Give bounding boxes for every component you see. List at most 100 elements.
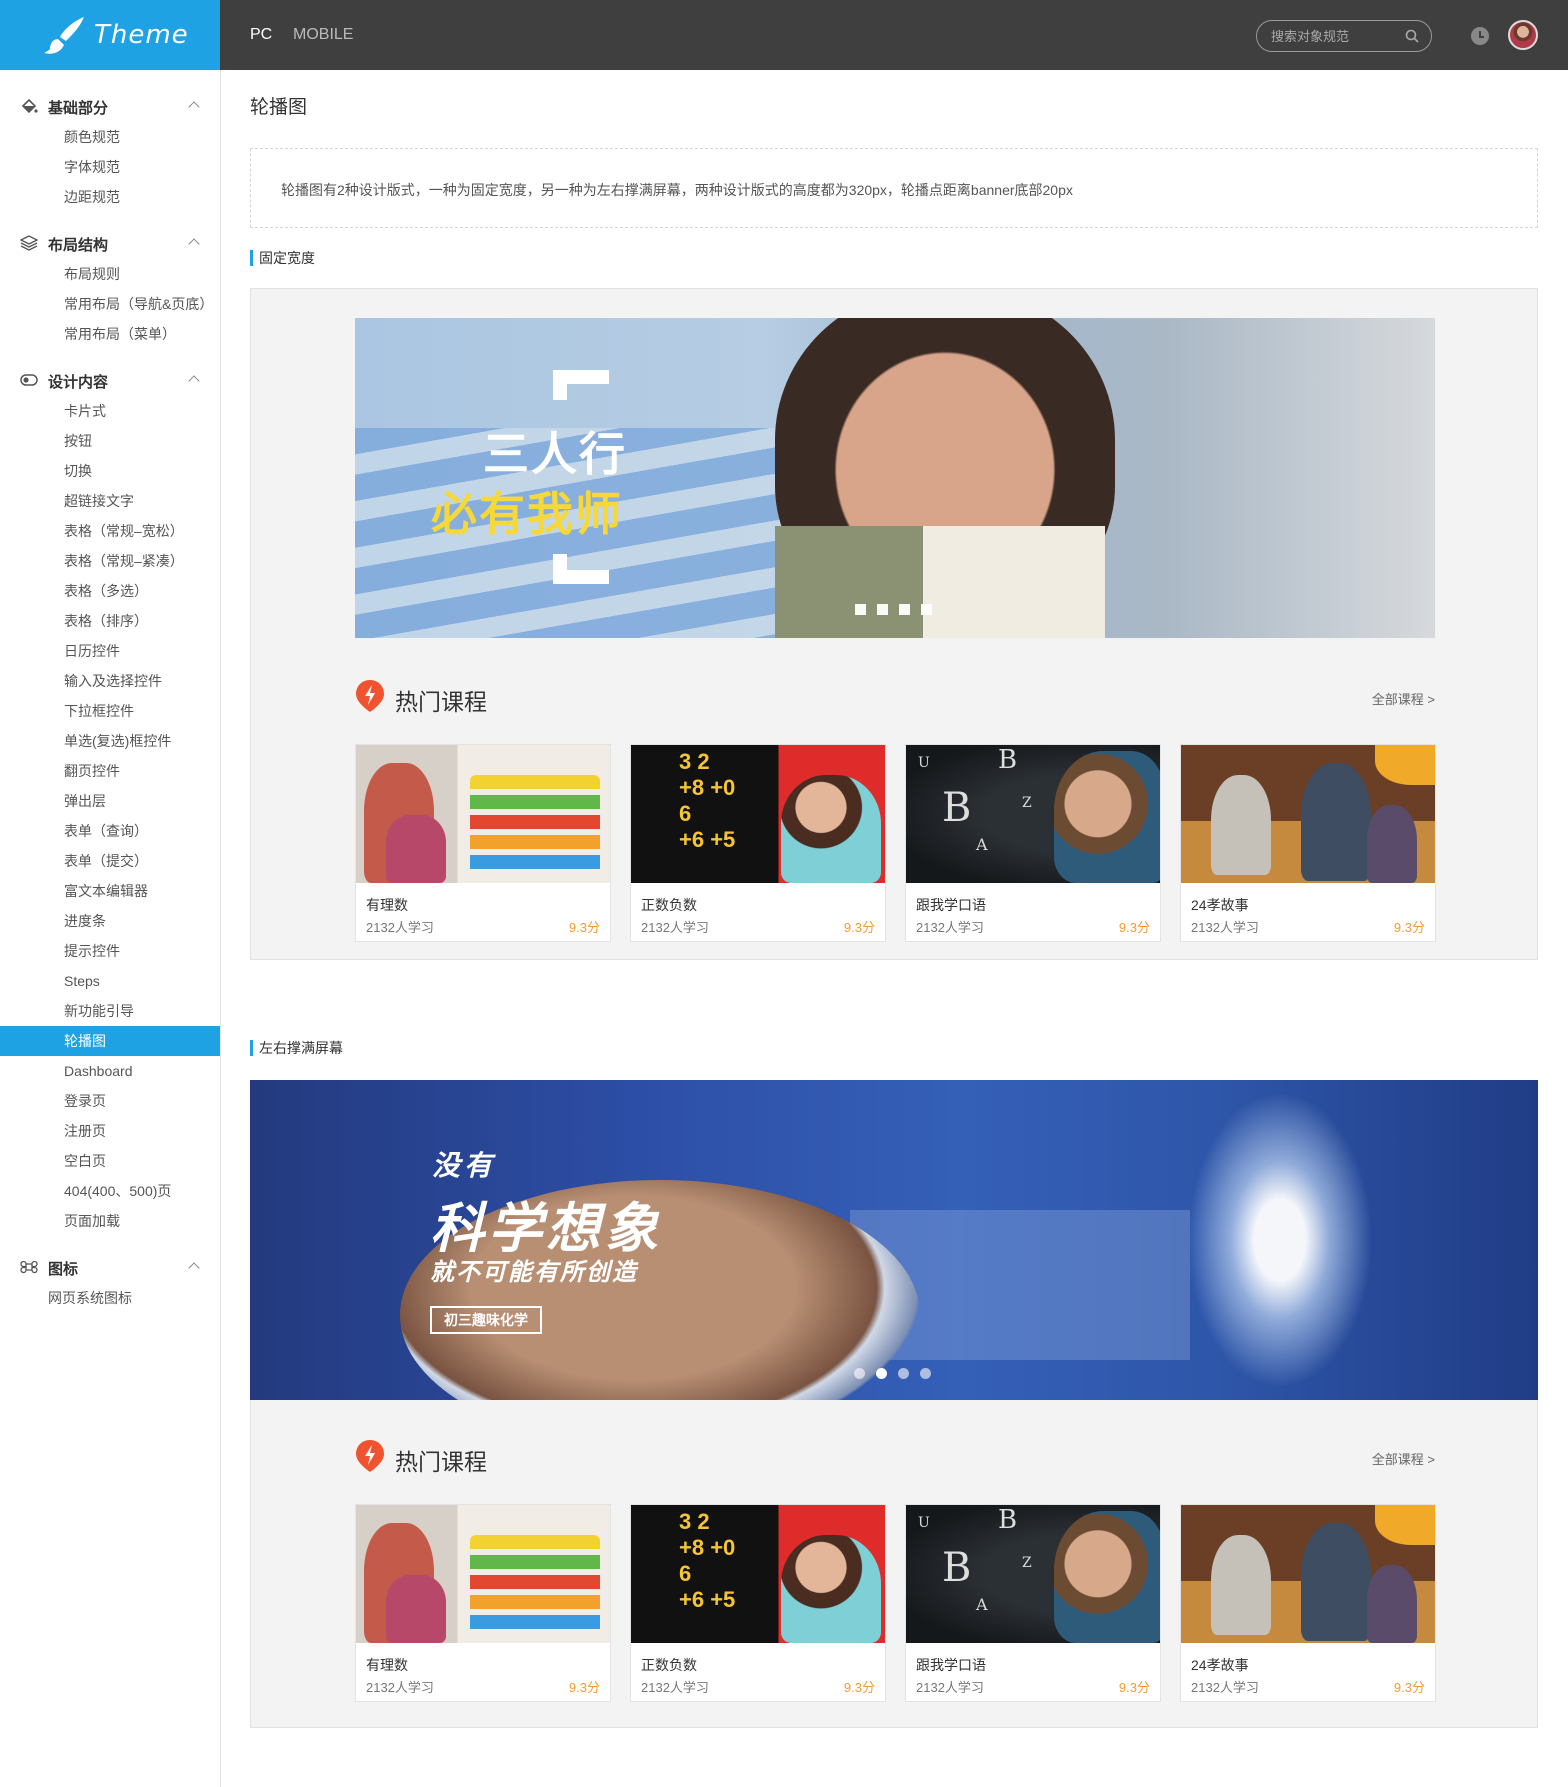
chevron-up-icon [188, 238, 200, 250]
carousel-dot-active[interactable] [876, 1368, 887, 1379]
course-score: 9.3分 [568, 920, 600, 935]
sidebar-item-links[interactable]: 超链接文字 [0, 486, 220, 516]
course-name: 24孝故事 [1191, 897, 1249, 913]
sidebar-item-pagination[interactable]: 翻页控件 [0, 756, 220, 786]
sidebar-item-rich-editor[interactable]: 富文本编辑器 [0, 876, 220, 906]
avatar[interactable] [1508, 20, 1538, 50]
carousel-dots [855, 602, 943, 615]
carousel-dot[interactable] [877, 604, 888, 615]
banner-steam-glow [1180, 1080, 1380, 1400]
course-card[interactable]: 有理数 2132人学习 9.3分 [355, 744, 611, 942]
course-cards: 有理数 2132人学习 9.3分 3 2 +8 +0 6 +6 +5 正数负数 213… [355, 744, 1436, 942]
sidebar-item-tooltip[interactable]: 提示控件 [0, 936, 220, 966]
course-score: 9.3分 [843, 920, 875, 935]
hot-courses-header: 热门课程 全部课程 > [355, 677, 1435, 717]
carousel-dot[interactable] [920, 1368, 931, 1379]
course-score: 9.3分 [1118, 1680, 1150, 1695]
course-card[interactable]: 有理数 2132人学习 9.3分 [355, 1504, 611, 1702]
sidebar-group-layout[interactable]: 布局结构 [0, 228, 220, 258]
carousel-dot[interactable] [898, 1368, 909, 1379]
tab-pc[interactable]: PC [250, 26, 272, 44]
sidebar-item-table-multiselect[interactable]: 表格（多选） [0, 576, 220, 606]
sidebar-group-design[interactable]: 设计内容 [0, 365, 220, 395]
sidebar-item-buttons[interactable]: 按钮 [0, 426, 220, 456]
carousel-dot[interactable] [899, 604, 910, 615]
tab-mobile[interactable]: MOBILE [293, 26, 353, 44]
sidebar-group-title: 设计内容 [48, 374, 109, 391]
bracket-decoration [553, 554, 609, 584]
sidebar-item-form-query[interactable]: 表单（查询） [0, 816, 220, 846]
sidebar-item-loading[interactable]: 页面加载 [0, 1206, 220, 1236]
course-learners: 2132人学习 [916, 920, 984, 935]
sidebar-item-error[interactable]: 404(400、500)页 [0, 1176, 220, 1206]
course-name: 有理数 [366, 897, 408, 913]
banner-book-image [775, 526, 1105, 638]
brush-icon [44, 17, 84, 54]
search-box [1256, 20, 1432, 52]
sidebar-item-colors[interactable]: 颜色规范 [0, 122, 220, 152]
sidebar-item-blank[interactable]: 空白页 [0, 1146, 220, 1176]
sidebar-item-spacing[interactable]: 边距规范 [0, 182, 220, 212]
sidebar-item-carousel[interactable]: 轮播图 [0, 1026, 220, 1056]
top-bar: Theme PC MOBILE [0, 0, 1568, 70]
bracket-decoration [553, 370, 609, 400]
sidebar-item-cards[interactable]: 卡片式 [0, 396, 220, 426]
course-card[interactable]: 3 2 +8 +0 6 +6 +5 正数负数 2132人学习 9.3分 [630, 1504, 886, 1702]
hot-courses-header: 热门课程 全部课程 > [355, 1437, 1435, 1477]
sidebar-item-dropdown[interactable]: 下拉框控件 [0, 696, 220, 726]
sidebar-item-switch[interactable]: 切换 [0, 456, 220, 486]
course-card[interactable]: BB UA Z 跟我学口语 2132人学习 9.3分 [905, 744, 1161, 942]
course-learners: 2132人学习 [1191, 920, 1259, 935]
course-card[interactable]: 3 2 +8 +0 6 +6 +5 正数负数 2132人学习 9.3分 [630, 744, 886, 942]
sidebar-group-icons[interactable]: 图标 [0, 1252, 220, 1282]
sidebar-item-steps[interactable]: Steps [0, 966, 220, 996]
sidebar-item-table-loose[interactable]: 表格（常规–宽松） [0, 516, 220, 546]
all-courses-link[interactable]: 全部课程 > [1372, 1449, 1435, 1468]
carousel-dot[interactable] [921, 604, 932, 615]
sidebar-item-layout-rules[interactable]: 布局规则 [0, 259, 220, 289]
sidebar-item-dashboard[interactable]: Dashboard [0, 1056, 220, 1086]
notice-text: 轮播图有2种设计版式，一种为固定宽度，另一种为左右撑满屏幕，两种设计版式的高度都… [281, 182, 1073, 198]
sidebar-item-progress[interactable]: 进度条 [0, 906, 220, 936]
sidebar-item-login[interactable]: 登录页 [0, 1086, 220, 1116]
banner-tag-button[interactable]: 初三趣味化学 [430, 1306, 542, 1334]
course-card[interactable]: 24孝故事 2132人学习 9.3分 [1180, 744, 1436, 942]
search-icon[interactable] [1405, 29, 1419, 43]
sidebar-item-register[interactable]: 注册页 [0, 1116, 220, 1146]
logo-text: Theme [94, 20, 189, 50]
sidebar-item-table-sort[interactable]: 表格（排序） [0, 606, 220, 636]
sidebar-item-fonts[interactable]: 字体规范 [0, 152, 220, 182]
course-score: 9.3分 [1393, 920, 1425, 935]
demo-fixed-width: 三人行 必有我师 热门课程 全部课程 > 有理数 2132人学习 9.3分 3 … [250, 288, 1538, 960]
carousel-dot[interactable] [854, 1368, 865, 1379]
sidebar-item-popup[interactable]: 弹出层 [0, 786, 220, 816]
sidebar-group-title: 布局结构 [48, 237, 109, 254]
sidebar-item-layout-menu[interactable]: 常用布局（菜单） [0, 319, 220, 349]
sidebar-item-calendar[interactable]: 日历控件 [0, 636, 220, 666]
toggle-icon [20, 374, 38, 386]
course-card[interactable]: BB UA Z 跟我学口语 2132人学习 9.3分 [905, 1504, 1161, 1702]
sidebar-item-system-icons[interactable]: 网页系统图标 [0, 1283, 220, 1313]
sidebar-item-guide[interactable]: 新功能引导 [0, 996, 220, 1026]
course-thumbnail-letters: BB UA Z [906, 1505, 1160, 1643]
course-learners: 2132人学习 [641, 1680, 709, 1695]
carousel-banner-fullwidth[interactable]: 没有 科学想象 就不可能有所创造 初三趣味化学 [250, 1080, 1538, 1400]
clock-icon[interactable] [1471, 27, 1489, 45]
sidebar-group-basics[interactable]: 基础部分 [0, 91, 220, 121]
carousel-dot[interactable] [855, 604, 866, 615]
sidebar-item-input-select[interactable]: 输入及选择控件 [0, 666, 220, 696]
course-learners: 2132人学习 [916, 1680, 984, 1695]
course-card[interactable]: 24孝故事 2132人学习 9.3分 [1180, 1504, 1436, 1702]
chevron-up-icon [188, 1262, 200, 1274]
all-courses-link[interactable]: 全部课程 > [1372, 689, 1435, 708]
course-name: 24孝故事 [1191, 1657, 1249, 1673]
sidebar-item-radio-checkbox[interactable]: 单选(复选)框控件 [0, 726, 220, 756]
course-thumbnail-letters: BB UA Z [906, 745, 1160, 883]
sidebar-item-form-submit[interactable]: 表单（提交） [0, 846, 220, 876]
search-input[interactable] [1271, 27, 1401, 45]
course-name: 跟我学口语 [916, 897, 986, 913]
logo[interactable]: Theme [0, 0, 220, 70]
carousel-banner-fixed[interactable]: 三人行 必有我师 [355, 318, 1435, 638]
sidebar-item-layout-nav-footer[interactable]: 常用布局（导航&页底） [0, 289, 220, 319]
sidebar-item-table-compact[interactable]: 表格（常规–紧凑） [0, 546, 220, 576]
